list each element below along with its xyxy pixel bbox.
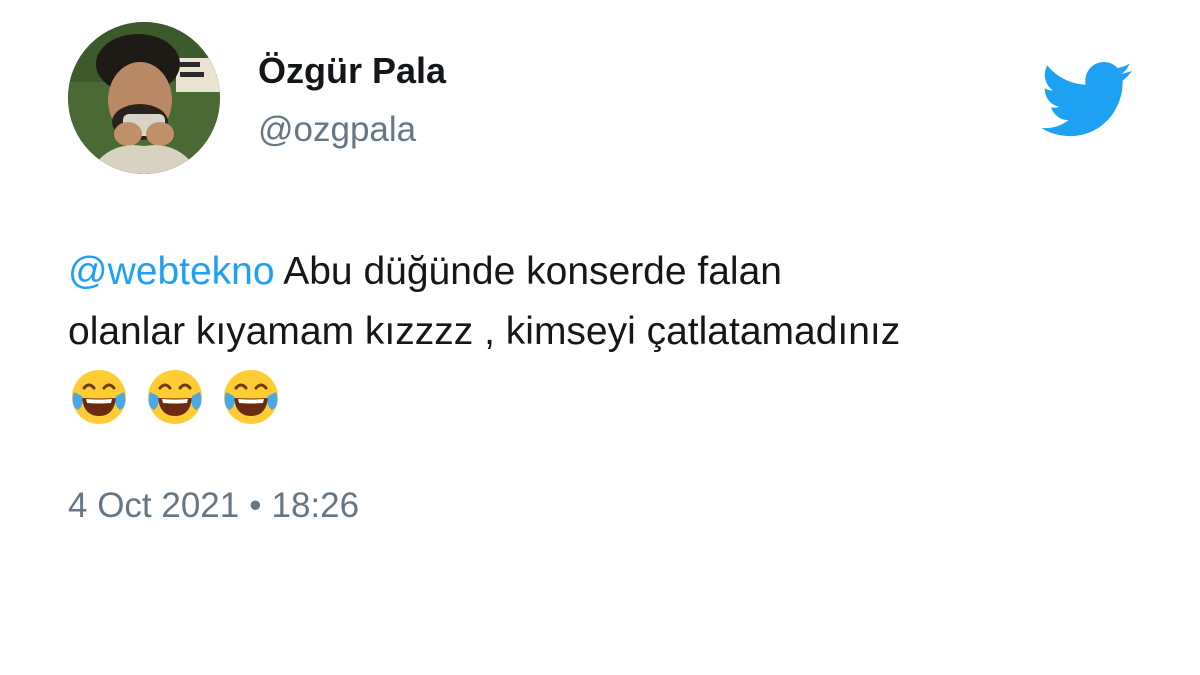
tears-of-joy-emoji-icon — [144, 366, 206, 428]
dot-separator: • — [249, 486, 262, 525]
mention-link[interactable]: @webtekno — [68, 250, 275, 293]
avatar[interactable] — [68, 22, 220, 174]
tweet-text-line-2: olanlar kıyamam kızzzz , kimseyi çatlata… — [68, 310, 901, 353]
emoji-row — [68, 366, 1158, 428]
tweet-text-line-1: @webtekno Abu düğünde konserde falan — [68, 242, 1158, 302]
tears-of-joy-emoji-icon — [220, 366, 282, 428]
timestamp[interactable]: 4 Oct 2021 • 18:26 — [68, 486, 359, 526]
twitter-bird-icon[interactable] — [1040, 62, 1134, 138]
tweet-time: 18:26 — [271, 486, 360, 525]
tweet-text: @webtekno Abu düğünde konserde falan ola… — [68, 242, 1158, 428]
tweet-text-line-1-rest: Abu düğünde konserde falan — [274, 250, 782, 293]
tears-of-joy-emoji-icon — [68, 366, 130, 428]
user-handle[interactable]: @ozgpala — [258, 110, 416, 150]
display-name[interactable]: Özgür Pala — [258, 50, 446, 92]
tweet-card: Özgür Pala @ozgpala @webtekno Abu düğünd… — [0, 0, 1200, 675]
avatar-image — [68, 22, 220, 174]
twitter-bird-svg — [1040, 62, 1133, 137]
tweet-date: 4 Oct 2021 — [68, 486, 240, 525]
